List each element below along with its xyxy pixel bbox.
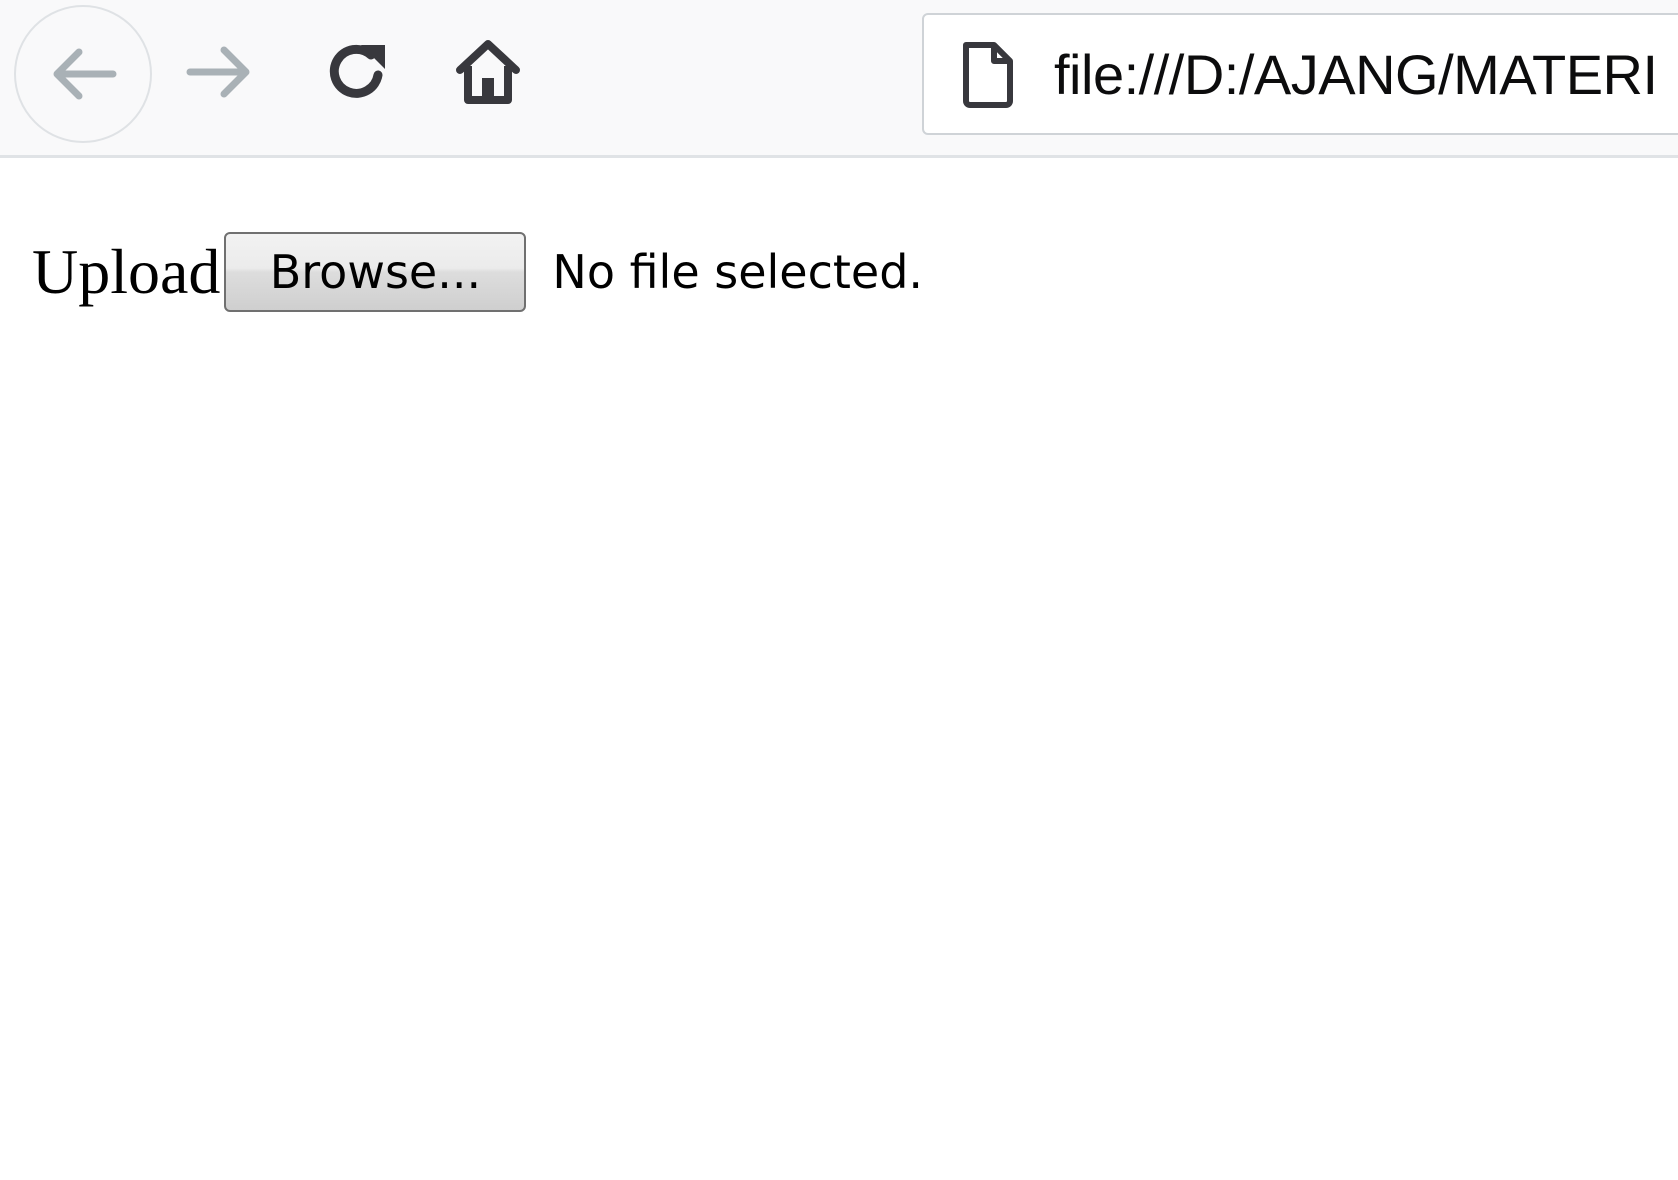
back-arrow-icon <box>53 48 117 100</box>
page-content: Upload Browse... No file selected. <box>32 232 923 312</box>
file-status-text: No file selected. <box>552 245 924 299</box>
page-icon <box>950 36 1026 112</box>
url-bar[interactable]: file:///D:/AJANG/MATERI <box>922 13 1678 135</box>
browse-button[interactable]: Browse... <box>224 232 527 312</box>
reload-button[interactable] <box>316 30 400 114</box>
reload-icon <box>329 44 385 98</box>
back-button[interactable] <box>14 5 152 143</box>
url-text[interactable]: file:///D:/AJANG/MATERI <box>1054 42 1658 107</box>
browser-toolbar: file:///D:/AJANG/MATERI <box>0 0 1678 158</box>
forward-button[interactable] <box>178 30 262 114</box>
upload-label: Upload <box>32 236 221 307</box>
home-button[interactable] <box>446 30 530 114</box>
forward-arrow-icon <box>186 46 250 98</box>
home-icon <box>456 40 520 104</box>
